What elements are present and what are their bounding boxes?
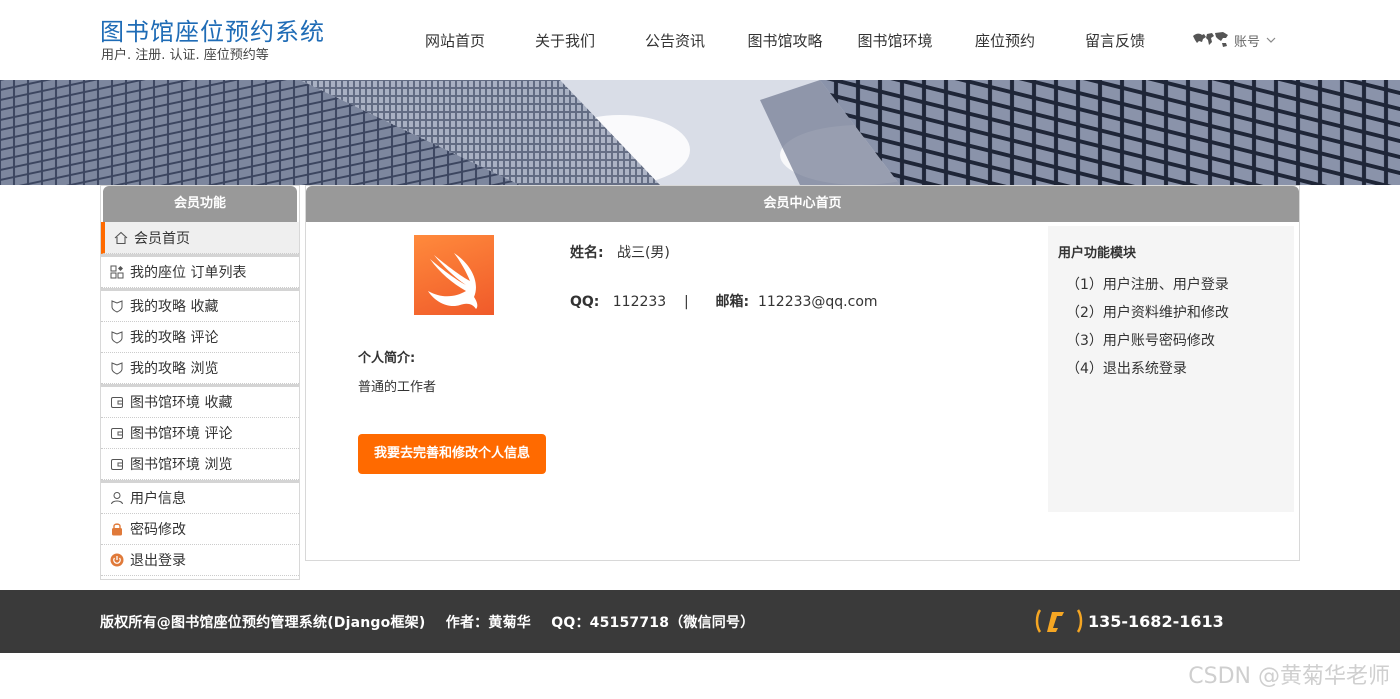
- main-nav: 网站首页 关于我们 公告资讯 图书馆攻略 图书馆环境 座位预约 留言反馈: [400, 28, 1170, 54]
- wallet-icon: [109, 425, 125, 441]
- nav-feedback[interactable]: 留言反馈: [1060, 28, 1170, 54]
- panel-title: 会员中心首页: [306, 186, 1299, 222]
- site-footer: 版权所有@图书馆座位预约管理系统(Django框架) 作者：黄菊华 QQ：451…: [0, 590, 1400, 653]
- avatar: [414, 235, 494, 315]
- sidebar-item-env-comments[interactable]: 图书馆环境 评论: [101, 418, 299, 449]
- module-item: （4）退出系统登录: [1066, 361, 1187, 377]
- sidebar-item-logout[interactable]: 退出登录: [101, 545, 299, 576]
- member-sidebar: 会员功能 会员首页 我的座位 订单列表 我的攻略 收藏 我的攻略 评论 我的攻略…: [100, 185, 300, 580]
- user-icon: [109, 490, 125, 506]
- profile-contact: QQ: 112233 | 邮箱: 112233@qq.com: [570, 291, 878, 311]
- sidebar-item-guide-favorites[interactable]: 我的攻略 收藏: [101, 291, 299, 322]
- sidebar-item-label: 图书馆环境 浏览: [130, 457, 233, 473]
- world-map-icon: [1193, 32, 1228, 47]
- sidebar-item-label: 图书馆环境 收藏: [130, 395, 233, 411]
- sidebar-item-label: 我的座位 订单列表: [130, 265, 247, 281]
- nav-guide[interactable]: 图书馆攻略: [730, 28, 840, 54]
- sidebar-item-label: 我的攻略 收藏: [130, 299, 219, 315]
- wallet-icon: [109, 394, 125, 410]
- intro-label: 个人简介:: [358, 351, 416, 366]
- module-item: （1）用户注册、用户登录: [1066, 277, 1229, 293]
- qq-value: 112233: [612, 294, 667, 310]
- profile-name: 姓名: 战三(男): [570, 242, 670, 262]
- phone-contact: 135-1682-1613: [1034, 606, 1224, 636]
- intro-text: 普通的工作者: [358, 380, 437, 395]
- sidebar-item-guide-comments[interactable]: 我的攻略 评论: [101, 322, 299, 353]
- home-icon: [113, 230, 129, 246]
- power-icon: [109, 552, 125, 568]
- shield-icon: [109, 360, 125, 376]
- sidebar-item-label: 图书馆环境 评论: [130, 426, 233, 442]
- site-title[interactable]: 图书馆座位预约系统: [100, 12, 325, 47]
- wallet-icon: [109, 456, 125, 472]
- name-label: 姓名:: [570, 245, 604, 261]
- member-home-panel: 会员中心首页 姓名: 战三(男) QQ: 112233 | 邮箱: 112233…: [305, 185, 1300, 561]
- qq-label: QQ:: [570, 294, 600, 310]
- csdn-watermark: CSDN @黄菊华老师: [1188, 664, 1390, 689]
- hero-banner: [0, 80, 1400, 185]
- nav-environment[interactable]: 图书馆环境: [840, 28, 950, 54]
- skyscraper-banner-image: [0, 80, 1400, 185]
- phone-number: 135-1682-1613: [1088, 611, 1224, 631]
- site-header: 图书馆座位预约系统 用户. 注册. 认证. 座位预约等 网站首页 关于我们 公告…: [0, 0, 1400, 80]
- phone-icon: [1035, 609, 1083, 633]
- copyright-text: 版权所有@图书馆座位预约管理系统(Django框架) 作者：黄菊华 QQ：451…: [100, 615, 755, 631]
- nav-seat-booking[interactable]: 座位预约: [950, 28, 1060, 54]
- sidebar-item-env-views[interactable]: 图书馆环境 浏览: [101, 449, 299, 480]
- account-menu[interactable]: 账号: [1190, 30, 1278, 50]
- sidebar-item-label: 用户信息: [130, 491, 186, 507]
- sidebar-item-label: 会员首页: [134, 230, 190, 247]
- name-value: 战三(男): [616, 245, 670, 261]
- sidebar-title: 会员功能: [103, 186, 297, 222]
- shield-icon: [109, 298, 125, 314]
- nav-about[interactable]: 关于我们: [510, 28, 620, 54]
- lock-icon: [109, 521, 125, 537]
- sidebar-item-user-info[interactable]: 用户信息: [101, 483, 299, 514]
- sidebar-item-label: 退出登录: [130, 553, 186, 569]
- site-subtitle: 用户. 注册. 认证. 座位预约等: [101, 48, 269, 63]
- nav-news[interactable]: 公告资讯: [620, 28, 730, 54]
- account-label: 账号: [1234, 34, 1261, 50]
- sidebar-item-guide-views[interactable]: 我的攻略 浏览: [101, 353, 299, 384]
- nav-home[interactable]: 网站首页: [400, 28, 510, 54]
- grid-icon: [109, 264, 125, 280]
- contact-separator: |: [684, 294, 689, 310]
- sidebar-item-label: 密码修改: [130, 522, 186, 538]
- sidebar-item-member-home[interactable]: 会员首页: [101, 222, 299, 254]
- sidebar-item-password[interactable]: 密码修改: [101, 514, 299, 545]
- sidebar-item-label: 我的攻略 浏览: [130, 361, 219, 377]
- module-item: （2）用户资料维护和修改: [1066, 305, 1229, 321]
- email-label: 邮箱:: [715, 294, 750, 310]
- sidebar-item-label: 我的攻略 评论: [130, 330, 219, 346]
- sidebar-item-env-favorites[interactable]: 图书馆环境 收藏: [101, 387, 299, 418]
- shield-icon: [109, 329, 125, 345]
- edit-profile-button[interactable]: 我要去完善和修改个人信息: [358, 434, 546, 474]
- sidebar-item-seat-orders[interactable]: 我的座位 订单列表: [101, 257, 299, 288]
- chevron-down-icon: [1266, 37, 1276, 43]
- module-title: 用户功能模块: [1058, 246, 1137, 261]
- user-function-module: 用户功能模块 （1）用户注册、用户登录 （2）用户资料维护和修改 （3）用户账号…: [1048, 226, 1294, 512]
- module-item: （3）用户账号密码修改: [1066, 333, 1215, 349]
- email-value: 112233@qq.com: [757, 294, 878, 310]
- swift-logo-icon: [428, 253, 478, 309]
